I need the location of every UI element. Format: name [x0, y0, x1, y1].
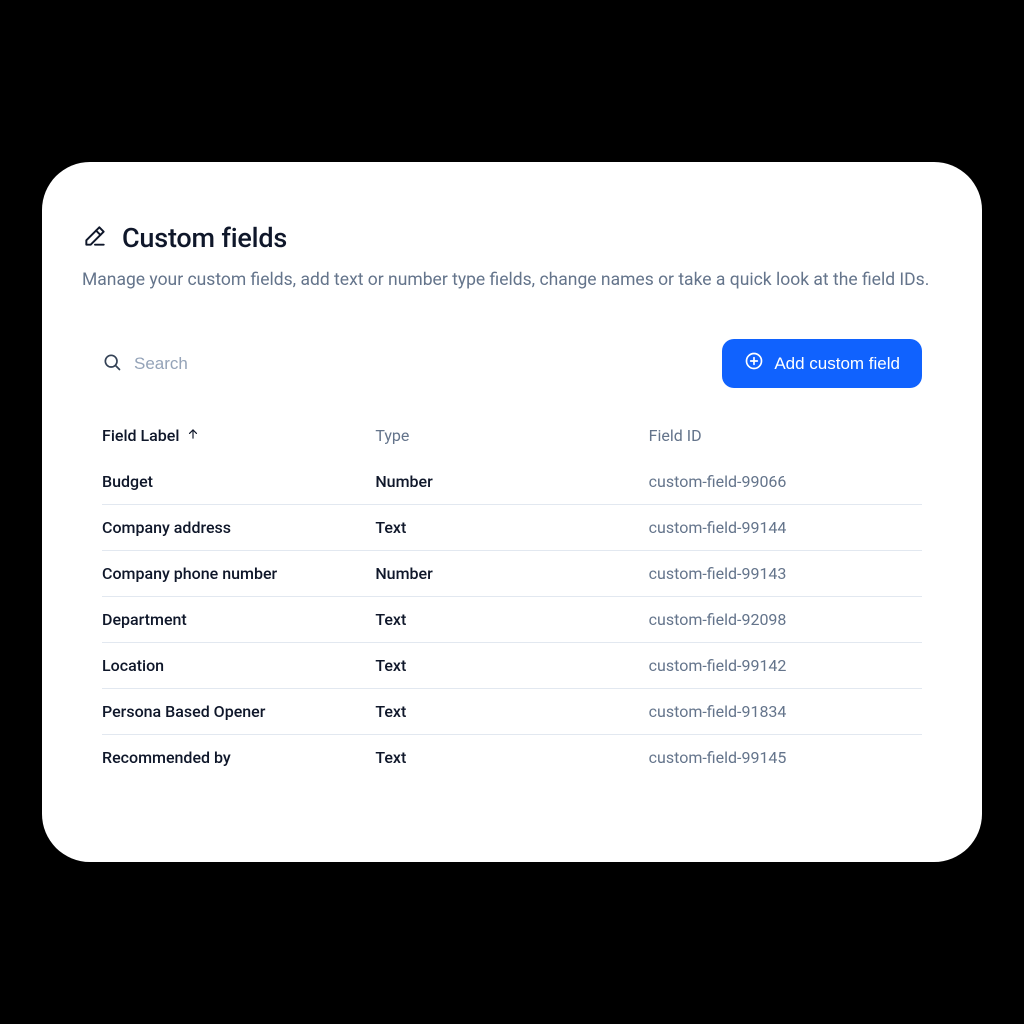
cell-field-id: custom-field-92098 — [649, 610, 922, 629]
cell-field-label: Budget — [102, 472, 375, 491]
table-row[interactable]: LocationTextcustom-field-99142 — [102, 643, 922, 689]
table-row[interactable]: Persona Based OpenerTextcustom-field-918… — [102, 689, 922, 735]
cell-type: Text — [375, 656, 648, 675]
custom-fields-table: Field Label Type Field ID BudgetNumbercu… — [82, 416, 942, 780]
cell-type: Text — [375, 610, 648, 629]
search-icon — [102, 352, 122, 376]
cell-field-label: Persona Based Opener — [102, 702, 375, 721]
cell-field-id: custom-field-91834 — [649, 702, 922, 721]
cell-field-label: Department — [102, 610, 375, 629]
cell-type: Text — [375, 748, 648, 767]
plus-circle-icon — [744, 351, 764, 376]
page-subtitle: Manage your custom fields, add text or n… — [82, 268, 942, 293]
cell-field-label: Recommended by — [102, 748, 375, 767]
cell-type: Number — [375, 564, 648, 583]
toolbar: Add custom field — [82, 339, 942, 388]
add-custom-field-button[interactable]: Add custom field — [722, 339, 922, 388]
table-row[interactable]: DepartmentTextcustom-field-92098 — [102, 597, 922, 643]
arrow-up-icon — [186, 426, 200, 445]
cell-type: Text — [375, 518, 648, 537]
search-field[interactable] — [102, 352, 374, 376]
table-row[interactable]: Recommended byTextcustom-field-99145 — [102, 735, 922, 780]
cell-type: Text — [375, 702, 648, 721]
custom-fields-card: Custom fields Manage your custom fields,… — [42, 162, 982, 862]
cell-field-id: custom-field-99066 — [649, 472, 922, 491]
column-header-field-id[interactable]: Field ID — [649, 426, 922, 445]
table-body: BudgetNumbercustom-field-99066Company ad… — [102, 459, 922, 780]
page-title: Custom fields — [122, 222, 287, 254]
table-row[interactable]: Company addressTextcustom-field-99144 — [102, 505, 922, 551]
column-header-text: Field Label — [102, 426, 179, 445]
cell-type: Number — [375, 472, 648, 491]
cell-field-id: custom-field-99143 — [649, 564, 922, 583]
pencil-square-icon — [82, 223, 108, 253]
cell-field-id: custom-field-99145 — [649, 748, 922, 767]
page-header: Custom fields — [82, 222, 942, 254]
table-row[interactable]: BudgetNumbercustom-field-99066 — [102, 459, 922, 505]
add-button-label: Add custom field — [774, 354, 900, 374]
table-row[interactable]: Company phone numberNumbercustom-field-9… — [102, 551, 922, 597]
search-input[interactable] — [134, 354, 374, 374]
cell-field-id: custom-field-99142 — [649, 656, 922, 675]
cell-field-id: custom-field-99144 — [649, 518, 922, 537]
cell-field-label: Company phone number — [102, 564, 375, 583]
column-header-field-label[interactable]: Field Label — [102, 426, 375, 445]
cell-field-label: Location — [102, 656, 375, 675]
table-header: Field Label Type Field ID — [102, 416, 922, 459]
cell-field-label: Company address — [102, 518, 375, 537]
column-header-type[interactable]: Type — [375, 426, 648, 445]
